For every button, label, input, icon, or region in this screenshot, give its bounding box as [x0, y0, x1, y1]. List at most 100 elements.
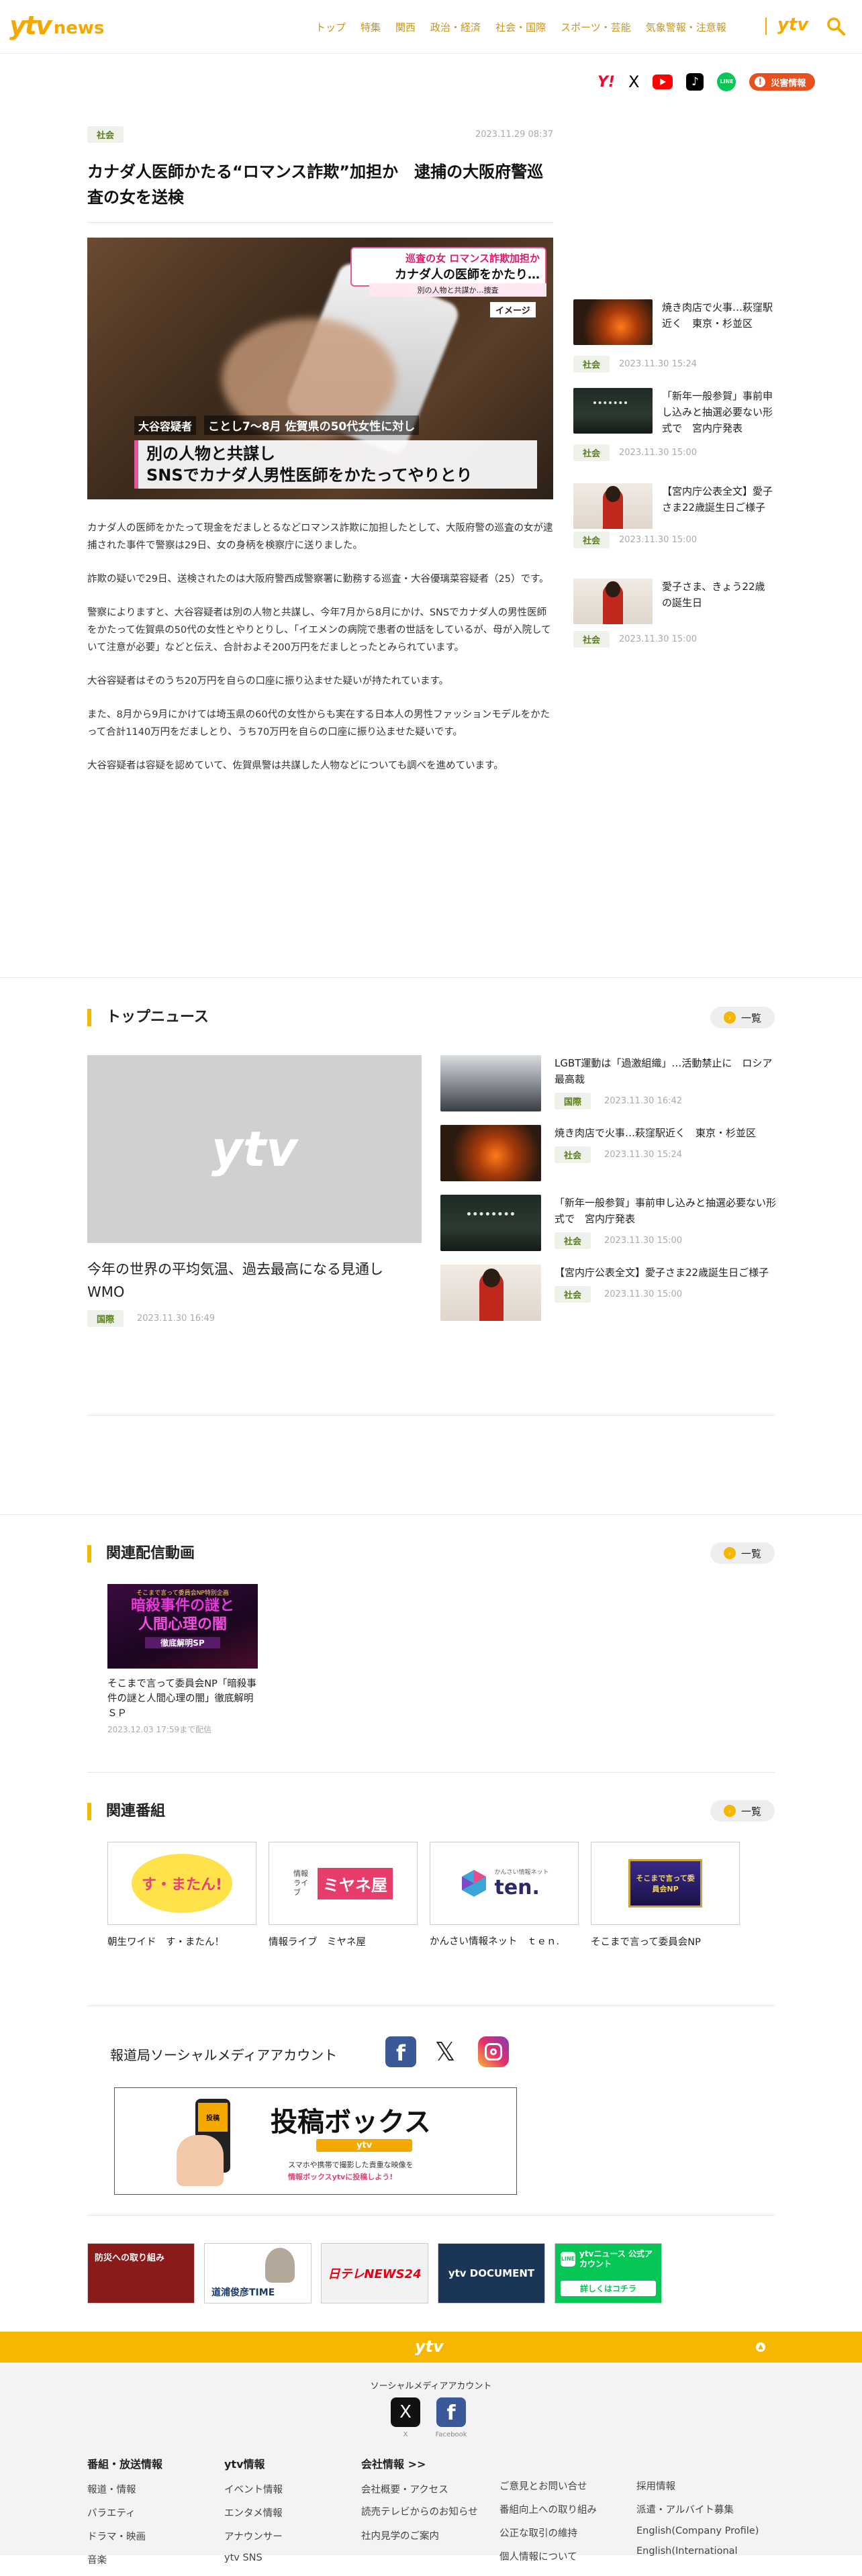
footer-link[interactable]: ご意見とお問い合せ: [499, 2479, 627, 2493]
banner-line-account[interactable]: LINE ytvニュース 公式アカウント 詳しくはコチラ: [555, 2243, 662, 2303]
sidebar-item[interactable]: 「新年一般参賀」事前申し込みと抽選必要ない形式で 宮内庁発表 社会 2023.1…: [573, 388, 775, 461]
featured-thumbnail: ytv: [87, 1055, 422, 1243]
featured-news[interactable]: ytv 今年の世界の平均気温、過去最高になる見通し WMO 国際 2023.11…: [87, 1055, 422, 1327]
nav-sports[interactable]: スポーツ・芸能: [561, 20, 631, 34]
footer-link[interactable]: 音楽: [87, 2553, 215, 2567]
facebook-icon[interactable]: f: [385, 2036, 416, 2067]
program-card[interactable]: そこまで言って委員会NP そこまで言って委員会NP: [591, 1842, 740, 1948]
footer-link[interactable]: 報道・情報: [87, 2482, 215, 2496]
footer-link[interactable]: ytv SNS: [224, 2553, 352, 2563]
yahoo-icon[interactable]: Y!: [597, 74, 615, 91]
featured-title: 今年の世界の平均気温、過去最高になる見通し WMO: [87, 1261, 397, 1300]
banner-ytv-document[interactable]: ytv DOCUMENT: [438, 2243, 545, 2303]
video-thumb-line4: 徹底解明SP: [145, 1637, 220, 1648]
footer-brand[interactable]: ytv: [415, 2337, 444, 2356]
article-category-tag[interactable]: 社会: [87, 126, 124, 143]
program-card[interactable]: す・またん! 朝生ワイド す・またん！: [107, 1842, 256, 1948]
sidebar-item[interactable]: 愛子さま、きょう22歳の誕生日 社会 2023.11.30 15:00: [573, 579, 775, 648]
footer-link[interactable]: 派遣・アルバイト募集: [636, 2502, 771, 2516]
top-news-item[interactable]: 「新年一般参賀」事前申し込みと抽選必要ない形式で 宮内庁発表 社会 2023.1…: [440, 1195, 776, 1251]
footer-link[interactable]: 会社概要・アクセス: [361, 2482, 489, 2496]
top-news-more-button[interactable]: › 一覧: [710, 1007, 775, 1028]
program-logo: ミヤネ屋: [318, 1867, 393, 1899]
news-thumbnail: [440, 1055, 541, 1111]
chevron-right-icon: ›: [723, 1547, 736, 1559]
footer-link[interactable]: イベント情報: [224, 2482, 352, 2496]
article-paragraph: 大谷容疑者はそのうち20万円を自らの口座に振り込ませた疑いが持たれています。: [87, 676, 449, 687]
caption-top-line2: カナダ人の医師をかたり…: [395, 268, 540, 282]
sidebar-thumbnail: [573, 579, 653, 624]
nav-society[interactable]: 社会・国際: [495, 20, 546, 34]
video-card[interactable]: そこまで言って委員会NP特別企画 暗殺事件の謎と 人間心理の闇 徹底解明SP そ…: [107, 1584, 258, 1735]
tiktok-icon[interactable]: ♪: [686, 73, 704, 91]
video-title: そこまで言って委員会NP「暗殺事件の謎と人間心理の闇」徹底解明ＳＰ: [107, 1679, 256, 1719]
video-availability: 2023.12.03 17:59まで配信: [107, 1725, 212, 1734]
top-news-item[interactable]: 焼き肉店で火事…萩窪駅近く 東京・杉並区 社会 2023.11.30 15:24: [440, 1125, 776, 1181]
footer-column-title[interactable]: 会社情報 >>: [361, 2455, 489, 2471]
youtube-icon[interactable]: [653, 75, 673, 89]
nav-kansai[interactable]: 関西: [395, 20, 416, 34]
submission-box-banner[interactable]: 投稿 投稿ボックス ytv スマホや携帯で撮影した貴重な映像を 情報ボックスyt…: [114, 2087, 517, 2195]
logo-main: ytv: [9, 11, 52, 40]
footer-link[interactable]: 読売テレビからのお知らせ: [361, 2506, 489, 2519]
footer-link[interactable]: 番組向上への取り組み: [499, 2502, 627, 2516]
disaster-info-button[interactable]: ! 災害情報: [749, 73, 816, 91]
nav-feature[interactable]: 特集: [361, 20, 381, 34]
footer-x-button[interactable]: X: [391, 2397, 420, 2427]
ytv-brand-logo[interactable]: ytv: [777, 15, 808, 35]
top-news-item[interactable]: 【宮内庁公表全文】愛子さま22歳誕生日ご様子 社会 2023.11.30 15:…: [440, 1265, 776, 1321]
sidebar-item[interactable]: 焼き肉店で火事…萩窪駅近く 東京・杉並区 社会 2023.11.30 15:24: [573, 299, 775, 373]
logo-sub: news: [53, 18, 105, 38]
footer-link[interactable]: アナウンサー: [224, 2529, 352, 2543]
banner-michiura-label: 道浦俊彦TIME: [211, 2287, 275, 2298]
footer-link[interactable]: 採用情報: [636, 2479, 771, 2493]
nav-politics[interactable]: 政治・経済: [430, 20, 481, 34]
sidebar-item[interactable]: 【宮内庁公表全文】愛子さま22歳誕生日ご様子 社会 2023.11.30 15:…: [573, 483, 775, 548]
footer-link[interactable]: エンタメ情報: [224, 2506, 352, 2520]
footer-social-label: ソーシャルメディアアカウント: [370, 2381, 492, 2391]
news-thumbnail: [440, 1195, 541, 1251]
program-name: 情報ライブ ミヤネ屋: [269, 1937, 366, 1948]
footer-facebook-button[interactable]: f: [436, 2397, 466, 2427]
banner-michiura-time[interactable]: 道浦俊彦TIME: [204, 2243, 312, 2303]
program-name: かんさい情報ネット ｔｅｎ.: [430, 1936, 560, 1947]
footer-link[interactable]: バラエティ: [87, 2506, 215, 2520]
back-to-top-icon[interactable]: ▲: [756, 2342, 765, 2352]
footer-link[interactable]: 社内見学のご案内: [361, 2528, 489, 2542]
sidebar-item-title: 「新年一般参賀」事前申し込みと抽選必要ない形式で 宮内庁発表: [662, 390, 773, 434]
banner-ntv-news24[interactable]: 日テレNEWS24: [321, 2243, 428, 2303]
related-videos-more-button[interactable]: › 一覧: [710, 1542, 775, 1564]
featured-date: 2023.11.30 16:49: [137, 1314, 216, 1324]
header: ytv news トップ 特集 関西 政治・経済 社会・国際 スポーツ・芸能 気…: [0, 0, 862, 54]
nav-top[interactable]: トップ: [316, 20, 346, 34]
sidebar-item-tag: 社会: [573, 631, 610, 648]
footer-link[interactable]: 公正な取引の維持: [499, 2526, 627, 2540]
more-label: 一覧: [740, 1011, 761, 1024]
footer-link[interactable]: ドラマ・映画: [87, 2529, 215, 2543]
news-title: LGBT運動は「過激組織」…活動禁止に ロシア最高裁: [555, 1057, 773, 1085]
program-card[interactable]: 情報ライブ ミヤネ屋 情報ライブ ミヤネ屋: [269, 1842, 418, 1948]
instagram-icon[interactable]: [478, 2036, 509, 2067]
top-news-list: LGBT運動は「過激組織」…活動禁止に ロシア最高裁 国際 2023.11.30…: [440, 1055, 776, 1321]
ytv-news-logo[interactable]: ytv news: [9, 11, 104, 40]
footer-column-title: [636, 2455, 771, 2468]
related-programs-more-button[interactable]: › 一覧: [710, 1800, 775, 1822]
banner-disaster-prevention[interactable]: 防災への取り組み: [87, 2243, 195, 2303]
ytv-placeholder-logo: ytv: [211, 1121, 298, 1177]
line-icon[interactable]: LINE: [717, 72, 736, 91]
top-news-item[interactable]: LGBT運動は「過激組織」…活動禁止に ロシア最高裁 国際 2023.11.30…: [440, 1055, 776, 1111]
sidebar-item-date: 2023.11.30 15:00: [619, 634, 698, 644]
footer-link[interactable]: 個人情報について: [499, 2549, 627, 2563]
news-tag: 社会: [555, 1286, 591, 1303]
name-tag: 大谷容疑者: [134, 415, 197, 435]
nav-weather[interactable]: 気象警報・注意報: [646, 20, 726, 34]
footer-link[interactable]: English(Company Profile): [636, 2526, 771, 2536]
section-divider: [0, 1514, 862, 1515]
x-icon[interactable]: 𝕏: [430, 2036, 461, 2067]
submission-box-brand: ytv: [316, 2139, 413, 2152]
x-icon[interactable]: X: [628, 72, 639, 91]
caption-top-box: 巡査の女 ロマンス詐欺加担か カナダ人の医師をかたり…: [350, 247, 546, 287]
sidebar-item-date: 2023.11.30 15:00: [619, 448, 698, 458]
search-icon[interactable]: [826, 16, 846, 36]
program-card[interactable]: かんさい情報ネット ten. かんさい情報ネット ｔｅｎ.: [430, 1842, 579, 1949]
